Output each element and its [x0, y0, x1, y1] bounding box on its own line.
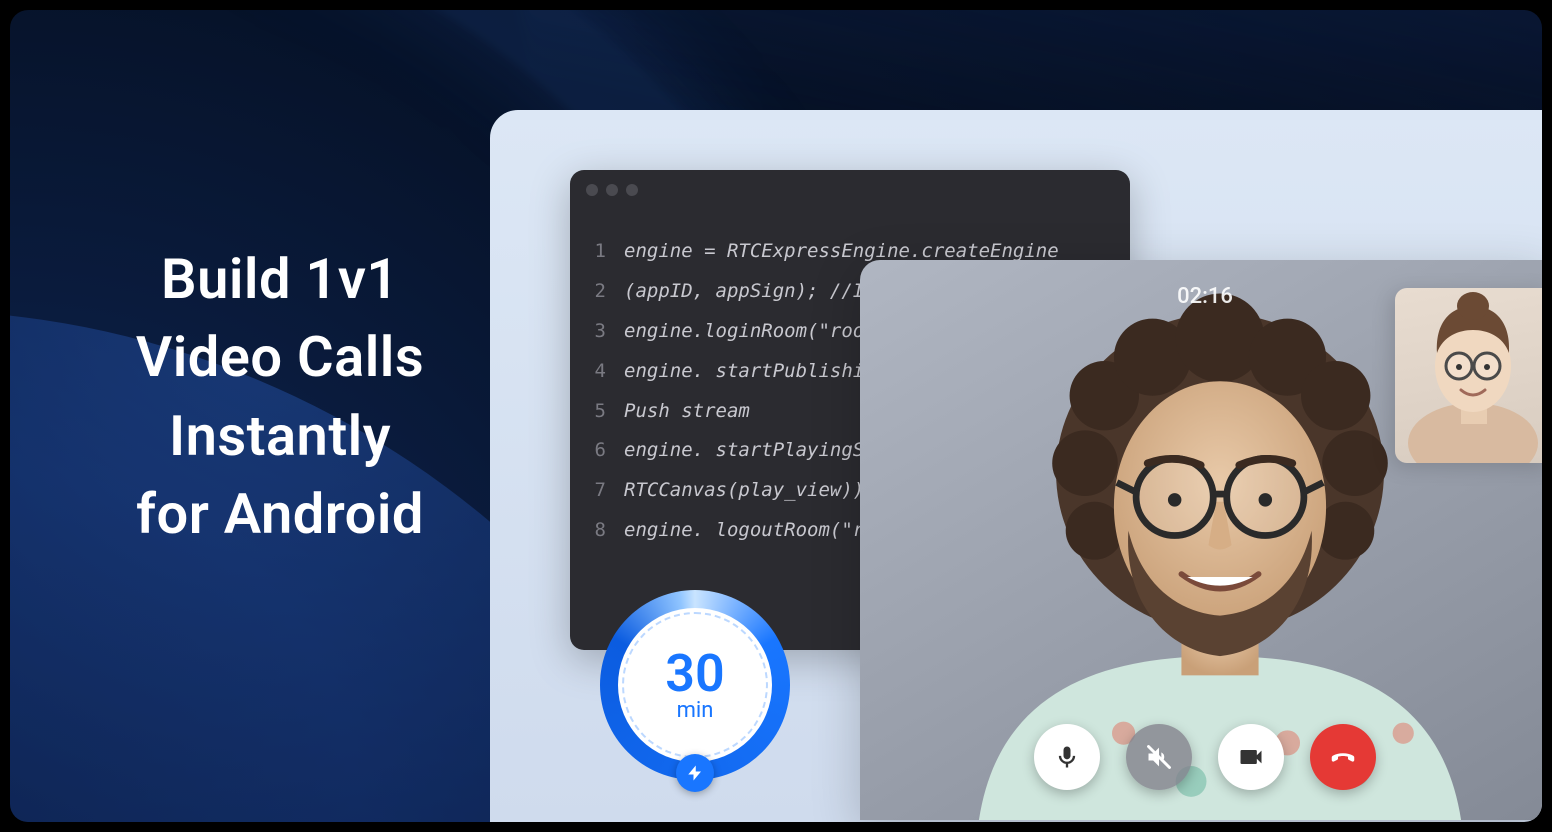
traffic-dot — [626, 184, 638, 196]
code-text: engine. startPlayingStre — [624, 431, 899, 471]
mic-button[interactable] — [1034, 724, 1100, 790]
line-number: 2 — [570, 272, 624, 312]
code-text: engine. startPublishingS — [624, 352, 899, 392]
promo-banner: Build 1v1 Video Calls Instantly for Andr… — [10, 10, 1542, 822]
bolt-icon — [676, 754, 714, 792]
traffic-dot — [586, 184, 598, 196]
code-text: RTCCanvas(play_view)); / — [624, 471, 899, 511]
line-number: 5 — [570, 392, 624, 432]
window-traffic-lights — [586, 184, 638, 196]
end-call-button[interactable] — [1310, 724, 1376, 790]
hero-text: Build 1v1 Video Calls Instantly for Andr… — [90, 240, 470, 554]
pip-video-feed — [1395, 288, 1542, 463]
timer-inner: 30 min — [618, 608, 772, 762]
mute-speaker-button[interactable] — [1126, 724, 1192, 790]
hero-line-1: Build 1v1 — [90, 240, 470, 318]
line-number: 4 — [570, 352, 624, 392]
code-text: engine.loginRoom("room1" — [624, 312, 899, 352]
line-number: 1 — [570, 232, 624, 272]
hero-line-3: Instantly — [90, 397, 470, 475]
video-call-mock: 02:16 — [860, 260, 1542, 820]
line-number: 8 — [570, 511, 624, 551]
code-text: (appID, appSign); //Init — [624, 272, 899, 312]
code-text: engine. logoutRoom("room — [624, 511, 899, 551]
camera-button[interactable] — [1218, 724, 1284, 790]
line-number: 6 — [570, 431, 624, 471]
traffic-dot — [606, 184, 618, 196]
call-duration: 02:16 — [1177, 284, 1233, 309]
code-text: Push stream — [624, 392, 750, 432]
line-number: 7 — [570, 471, 624, 511]
hero-line-2: Video Calls — [90, 318, 470, 396]
light-panel: 1engine = RTCExpressEngine.createEngine2… — [490, 110, 1542, 822]
hero-line-4: for Android — [90, 475, 470, 553]
timer-badge: 30 min — [600, 590, 790, 780]
line-number: 3 — [570, 312, 624, 352]
timer-dashes — [622, 612, 768, 758]
call-controls — [1034, 724, 1376, 790]
